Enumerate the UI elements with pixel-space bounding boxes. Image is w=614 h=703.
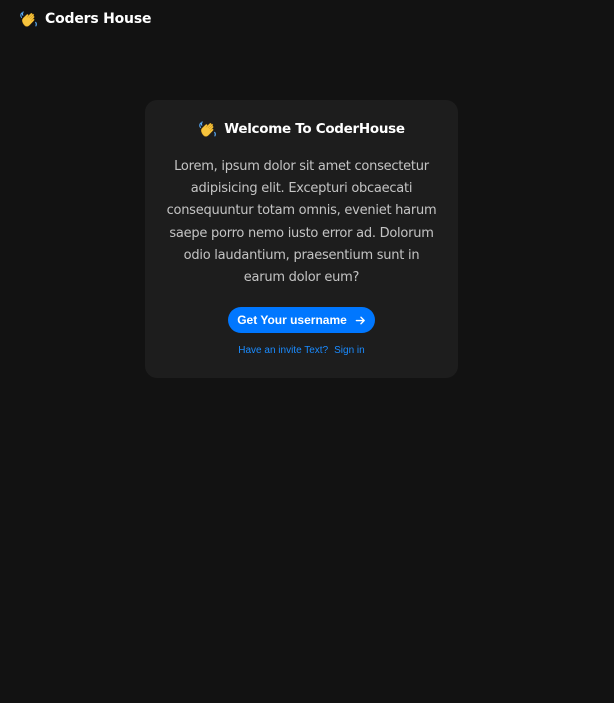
card-description: Lorem, ipsum dolor sit amet consectetur … xyxy=(166,159,437,286)
navbar-logo-link[interactable]: Coders House xyxy=(19,8,151,30)
signin-row: Have an invite Text? Sign in xyxy=(145,345,458,356)
get-username-button[interactable]: Get Your username xyxy=(228,307,375,333)
logo-text: Coders House xyxy=(45,11,152,27)
welcome-card: Welcome To CoderHouse Lorem, ipsum dolor… xyxy=(145,100,458,378)
waving-hand-icon xyxy=(19,9,39,29)
signin-link[interactable]: Sign in xyxy=(334,345,365,356)
get-username-button-label: Get Your username xyxy=(237,313,347,327)
card-heading: Welcome To CoderHouse xyxy=(145,118,458,140)
card-title: Welcome To CoderHouse xyxy=(224,121,405,137)
invite-text: Have an invite Text? xyxy=(238,345,329,356)
arrow-right-icon xyxy=(355,315,366,326)
waving-hand-icon xyxy=(198,119,218,139)
